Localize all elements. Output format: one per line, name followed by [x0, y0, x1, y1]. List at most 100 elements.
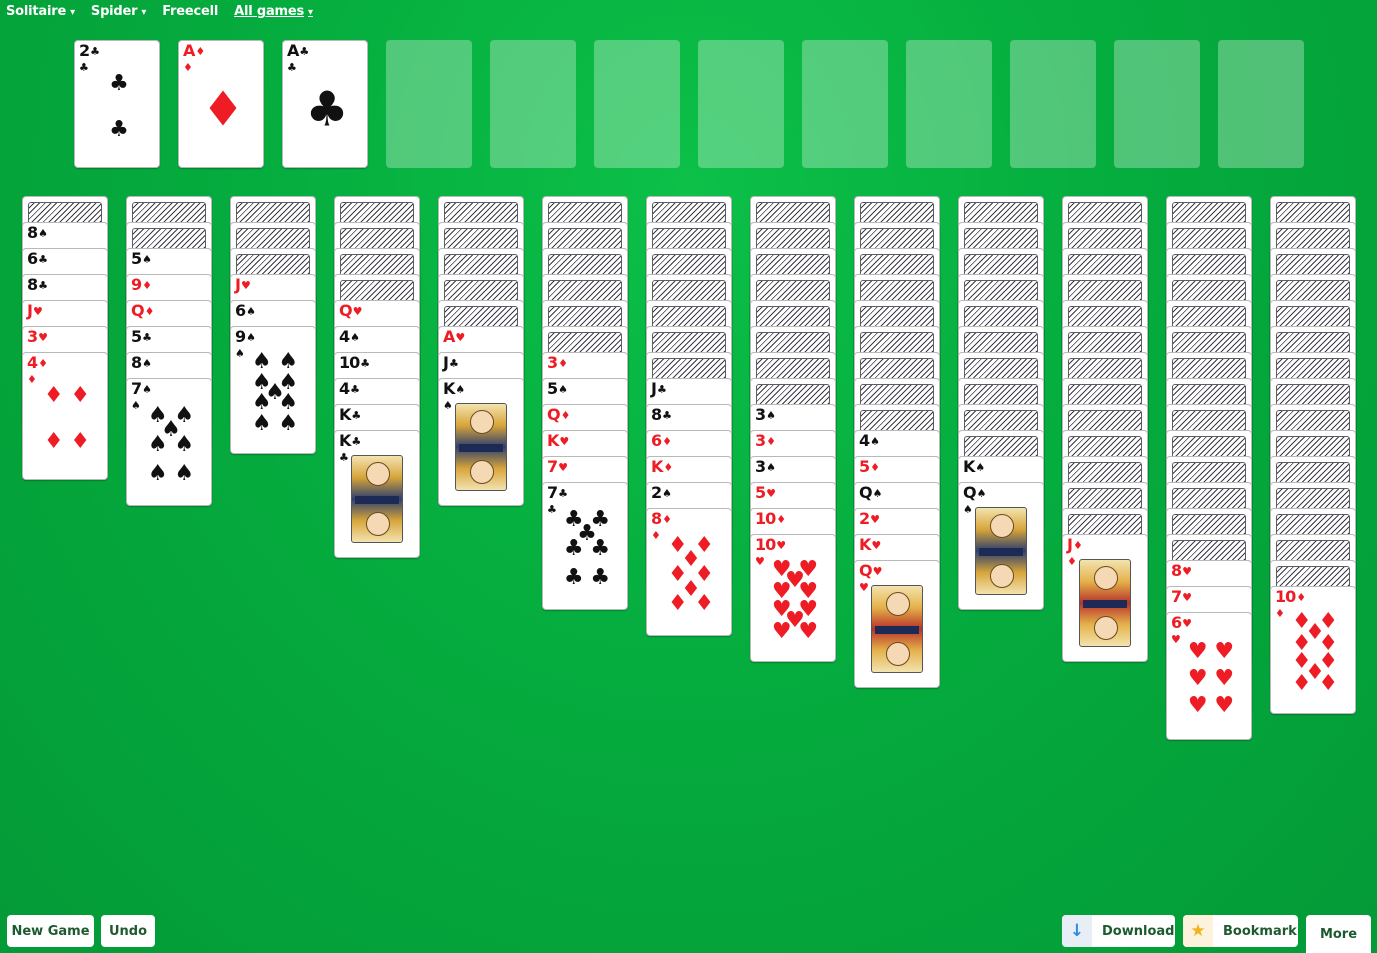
empty-foundation-slot[interactable] [802, 40, 888, 168]
empty-foundation-slot[interactable] [698, 40, 784, 168]
card-rank: 2♠ [651, 483, 672, 502]
card-corner-suit: ♦ [1275, 607, 1285, 620]
nav-freecell[interactable]: Freecell [162, 4, 218, 19]
playing-card[interactable]: A♦ ♦ ♦ [178, 40, 264, 168]
empty-foundation-slot[interactable] [1010, 40, 1096, 168]
suit-pip: ♣ [109, 116, 129, 142]
card-rank: J♥ [27, 301, 43, 320]
card-rank: K♣ [339, 405, 361, 424]
empty-foundation-slot[interactable] [386, 40, 472, 168]
playing-card[interactable]: 4♦ ♦ ♦ ♦ ♦ ♦ [22, 352, 108, 480]
new-game-button[interactable]: New Game [7, 915, 94, 947]
chevron-down-icon: ▾ [141, 7, 147, 18]
star-icon: ★ [1183, 915, 1213, 947]
card-rank: Q♦ [547, 405, 570, 424]
chevron-down-icon: ▾ [308, 7, 313, 18]
playing-card[interactable]: 9♠ ♠ ♠ ♠ ♠ ♠ ♠ ♠ ♠ ♠ ♠ [230, 326, 316, 454]
bookmark-label: Bookmark [1223, 923, 1297, 939]
card-body: ♦ ♦ ♦ ♦ [37, 367, 97, 471]
empty-foundation-slot[interactable] [594, 40, 680, 168]
card-body: ♦ [193, 55, 253, 159]
card-body [973, 497, 1033, 601]
nav-spider[interactable]: Spider ▾ [91, 4, 146, 19]
card-rank: 8♠ [131, 353, 152, 372]
playing-card[interactable]: 7♣ ♣ ♣ ♣ ♣ ♣ ♣ ♣ ♣ [542, 482, 628, 610]
card-rank: 3♦ [755, 431, 776, 450]
playing-card[interactable]: 10♥ ♥ ♥ ♥ ♥ ♥ ♥ ♥ ♥ ♥ ♥ ♥ [750, 534, 836, 662]
suit-pip: ♦ [667, 591, 688, 617]
card-corner-suit: ♠ [963, 503, 973, 516]
download-label: Download [1102, 923, 1175, 939]
suit-pip: ♥ [798, 619, 819, 645]
suit-pip: ♠ [147, 432, 168, 457]
suit-pip: ♥ [1187, 666, 1208, 691]
card-body: ♥ ♥ ♥ ♥ ♥ ♥ [1181, 627, 1241, 731]
suit-pip: ♣ [563, 565, 584, 591]
playing-card[interactable]: Q♠ ♠ [958, 482, 1044, 610]
card-rank: 8♥ [1171, 561, 1192, 580]
card-rank: 9♦ [131, 275, 152, 294]
nav-solitaire[interactable]: Solitaire ▾ [6, 4, 75, 19]
card-rank: 5♠ [547, 379, 568, 398]
bookmark-button[interactable]: ★ Bookmark [1183, 915, 1298, 947]
playing-card[interactable]: K♠ ♠ [438, 378, 524, 506]
card-body: ♣ [297, 55, 357, 159]
card-body [349, 445, 409, 549]
card-rank: J♥ [235, 275, 251, 294]
playing-card[interactable]: A♣ ♣ ♣ [282, 40, 368, 168]
playing-card[interactable]: Q♥ ♥ [854, 560, 940, 688]
card-rank: Q♦ [131, 301, 154, 320]
card-rank: 10♦ [755, 509, 786, 528]
card-rank: 5♦ [859, 457, 880, 476]
empty-foundation-slot[interactable] [1218, 40, 1304, 168]
card-rank: Q♥ [339, 301, 362, 320]
card-rank: 5♠ [131, 249, 152, 268]
suit-pip: ♦ [694, 591, 715, 617]
card-corner-suit: ♥ [1171, 633, 1181, 646]
court-figure [1079, 559, 1131, 647]
more-button[interactable]: More [1306, 915, 1371, 953]
card-rank: 2♥ [859, 509, 880, 528]
card-corner-suit: ♦ [183, 61, 193, 74]
court-figure [351, 455, 403, 543]
card-rank: 6♣ [27, 249, 48, 268]
card-body [453, 393, 513, 497]
playing-card[interactable]: 10♦ ♦ ♦ ♦ ♦ ♦ ♦ ♦ ♦ ♦ ♦ ♦ [1270, 586, 1356, 714]
suit-pip: ♥ [1214, 693, 1235, 719]
card-rank: 6♠ [235, 301, 256, 320]
card-body [869, 575, 929, 679]
suit-pip: ♦ [70, 383, 91, 409]
card-corner-suit: ♥ [755, 555, 765, 568]
suit-pip: ♠ [278, 411, 299, 437]
card-corner-suit: ♥ [859, 581, 869, 594]
empty-foundation-slot[interactable] [906, 40, 992, 168]
undo-button[interactable]: Undo [101, 915, 155, 947]
court-figure [975, 507, 1027, 595]
playing-card[interactable]: 2♣ ♣ ♣ ♣ [74, 40, 160, 168]
card-corner-suit: ♣ [287, 61, 297, 74]
suit-pip: ♥ [1214, 638, 1235, 664]
playing-card[interactable]: 7♠ ♠ ♠ ♠ ♠ ♠ ♠ ♠ ♠ [126, 378, 212, 506]
empty-foundation-slot[interactable] [490, 40, 576, 168]
card-rank: 8♠ [27, 223, 48, 242]
card-rank: 4♠ [859, 431, 880, 450]
card-rank: 3♦ [547, 353, 568, 372]
download-arrow-icon: ↓ [1062, 915, 1092, 947]
card-body: ♥ ♥ ♥ ♥ ♥ ♥ ♥ ♥ ♥ ♥ [765, 549, 825, 653]
suit-pip: ♦ [1318, 671, 1339, 697]
nav-all-games[interactable]: All games ▾ [234, 4, 313, 19]
card-rank: 8♣ [651, 405, 672, 424]
card-rank: 4♠ [339, 327, 360, 346]
card-rank: 8♣ [27, 275, 48, 294]
card-rank: 5♣ [131, 327, 152, 346]
playing-card[interactable]: J♦ ♦ [1062, 534, 1148, 662]
playing-card[interactable]: 8♦ ♦ ♦ ♦ ♦ ♦ ♦ ♦ ♦ ♦ [646, 508, 732, 636]
suit-pip: ♦ [43, 428, 64, 454]
empty-foundation-slot[interactable] [1114, 40, 1200, 168]
playing-card[interactable]: K♣ ♣ [334, 430, 420, 558]
suit-pip: ♣ [563, 536, 584, 561]
download-button[interactable]: ↓ Download [1062, 915, 1175, 947]
suit-pip: ♠ [174, 432, 195, 457]
card-rank: A♥ [443, 327, 465, 346]
playing-card[interactable]: 6♥ ♥ ♥ ♥ ♥ ♥ ♥ ♥ [1166, 612, 1252, 740]
